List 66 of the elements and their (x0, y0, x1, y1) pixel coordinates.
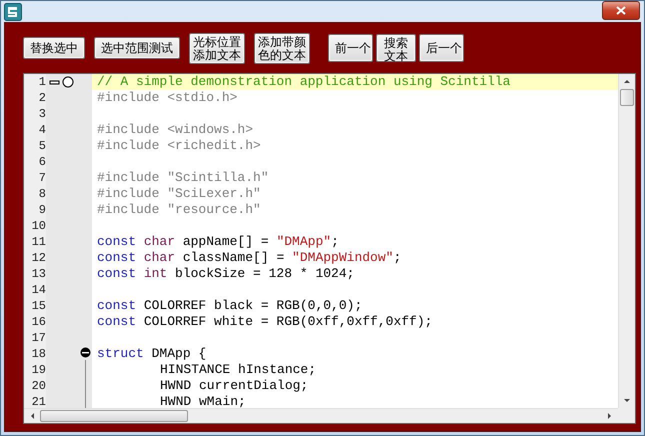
line-number: 3 (38, 106, 46, 122)
code-text: "DMApp" (276, 234, 332, 250)
code-text: char (144, 234, 176, 250)
close-icon (616, 6, 626, 15)
code-text: COLORREF white = RGB(0xff,0xff,0xff); (144, 314, 432, 330)
code-text: ; (331, 234, 339, 249)
line-number: 5 (38, 138, 46, 154)
line-number: 10 (30, 218, 46, 234)
code-text: HWND currentDialog; (160, 378, 308, 394)
scroll-thumb[interactable] (620, 89, 634, 106)
line-number: 6 (38, 154, 46, 170)
code-editor[interactable] (23, 73, 636, 424)
toolbar-button[interactable]: 前一个 (328, 34, 373, 62)
fold-minus-icon[interactable] (80, 346, 90, 358)
toolbar-button[interactable]: 添加带颜色的文本 (254, 32, 310, 64)
line-number: 17 (30, 330, 46, 346)
line-number: 12 (30, 250, 46, 266)
code-text: blockSize = 128 * 1024; (175, 266, 354, 282)
toolbar-button[interactable]: 选中范围测试 (94, 37, 180, 59)
line-number: 18 (30, 346, 46, 362)
toolbar-button[interactable]: 光标位置添加文本 (189, 32, 245, 64)
code-text: ; (393, 250, 402, 265)
line-number: 9 (38, 202, 46, 218)
code-text: DMApp { (152, 346, 206, 362)
code-text: "DMAppWindow" (292, 250, 394, 266)
line-number: 15 (30, 298, 46, 314)
code-text: const (97, 266, 136, 282)
line-number: 20 (30, 378, 46, 394)
code-text: // A simple demonstration application using Scintilla (97, 74, 510, 90)
toolbar-button[interactable]: 后一个 (419, 34, 464, 62)
code-text: struct (97, 346, 144, 362)
code-text: const (97, 250, 136, 266)
vertical-scrollbar[interactable] (618, 74, 635, 408)
code-text: className[] = (182, 250, 284, 266)
code-text: COLORREF black = RGB(0,0,0); (144, 298, 362, 314)
code-text: const (97, 314, 136, 330)
code-text: #include "Scintilla.h" (97, 170, 269, 186)
code-text: char (144, 250, 176, 266)
line-number: 19 (30, 362, 46, 378)
code-text: #include <stdio.h> (97, 90, 238, 106)
code-text: HWND wMain; (160, 394, 246, 408)
code-text: const (97, 298, 136, 314)
scroll-thumb[interactable] (40, 410, 188, 422)
toolbar-button[interactable]: 搜索文本 (376, 34, 416, 62)
line-number: 8 (38, 186, 46, 202)
line-number: 16 (30, 314, 46, 330)
toolbar-button[interactable]: 替换选中 (23, 37, 85, 59)
code-text: HINSTANCE hInstance; (160, 362, 316, 378)
line-number: 2 (38, 90, 46, 106)
code-text: appName[] = (182, 234, 269, 250)
code-text: const (97, 234, 136, 250)
horizontal-scrollbar[interactable] (24, 408, 618, 423)
code-text: #include <windows.h> (97, 122, 254, 138)
line-number: 14 (30, 282, 46, 298)
code-text: #include "SciLexer.h" (97, 186, 261, 202)
close-button[interactable] (602, 1, 640, 20)
code-text: #include <richedit.h> (97, 138, 261, 154)
app-icon (4, 2, 22, 20)
line-number: 13 (30, 266, 46, 282)
line-number: 21 (30, 394, 46, 408)
line-number: 4 (38, 122, 46, 138)
code-text: #include "resource.h" (97, 202, 261, 218)
line-number: 1 (38, 74, 46, 90)
line-number: 11 (30, 234, 46, 250)
line-number: 7 (38, 170, 46, 186)
code-text: int (144, 266, 168, 282)
